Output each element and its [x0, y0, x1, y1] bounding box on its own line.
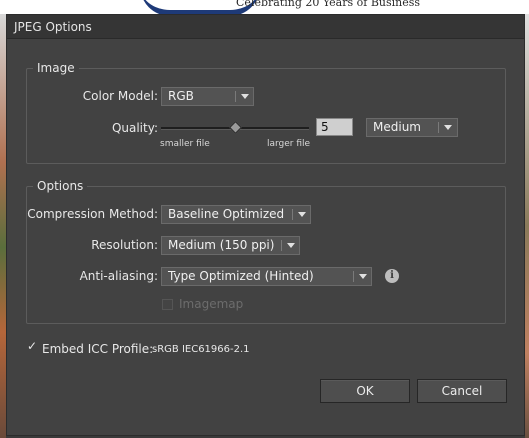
- ok-button[interactable]: OK: [320, 379, 410, 403]
- info-icon[interactable]: i: [385, 269, 399, 283]
- imagemap-label: Imagemap: [179, 297, 244, 311]
- dialog-title: JPEG Options: [14, 20, 92, 34]
- quality-value-input[interactable]: [316, 118, 353, 136]
- dropdown-separator: [438, 122, 439, 133]
- embed-icc-label: Embed ICC Profile:: [42, 342, 154, 356]
- background-header: Celebrating 20 Years of Business: [0, 0, 529, 14]
- image-group: Image Color Model: RGB Quality: smaller …: [26, 61, 506, 164]
- cancel-button[interactable]: Cancel: [417, 379, 507, 403]
- resolution-dropdown[interactable]: Medium (150 ppi): [161, 236, 300, 255]
- quality-preset-value: Medium: [373, 120, 421, 134]
- color-model-dropdown[interactable]: RGB: [161, 87, 254, 106]
- anti-aliasing-label: Anti-aliasing:: [79, 269, 158, 283]
- color-model-value: RGB: [168, 89, 194, 103]
- quality-label: Quality:: [111, 121, 158, 135]
- larger-file-label: larger file: [267, 139, 311, 149]
- color-model-label: Color Model:: [82, 89, 158, 103]
- chevron-down-icon: [287, 243, 295, 248]
- chevron-down-icon: [298, 212, 306, 217]
- icc-profile-name: sRGB IEC61966-2.1: [152, 344, 250, 355]
- image-group-legend: Image: [33, 61, 79, 75]
- smaller-file-label: smaller file: [160, 139, 210, 149]
- jpeg-options-dialog: JPEG Options Image Color Model: RGB Qual…: [6, 14, 525, 436]
- chevron-down-icon: [241, 94, 249, 99]
- dropdown-separator: [353, 271, 354, 282]
- options-group-legend: Options: [33, 179, 88, 193]
- chevron-down-icon: [444, 125, 452, 130]
- resolution-label: Resolution:: [91, 238, 158, 252]
- dropdown-separator: [281, 240, 282, 251]
- checkmark-icon: ✓: [27, 339, 38, 353]
- quality-slider-thumb[interactable]: [229, 121, 242, 134]
- quality-preset-dropdown[interactable]: Medium: [366, 118, 458, 137]
- anti-aliasing-dropdown[interactable]: Type Optimized (Hinted): [161, 267, 372, 286]
- resolution-value: Medium (150 ppi): [168, 238, 275, 252]
- imagemap-checkbox[interactable]: [162, 299, 173, 310]
- dropdown-separator: [235, 91, 236, 102]
- background-photo-right: [525, 14, 529, 438]
- dialog-titlebar[interactable]: JPEG Options: [7, 15, 524, 39]
- chevron-down-icon: [359, 274, 367, 279]
- compression-method-dropdown[interactable]: Baseline Optimized: [161, 205, 311, 224]
- anti-aliasing-value: Type Optimized (Hinted): [168, 269, 314, 283]
- embed-icc-checkbox[interactable]: ✓: [27, 339, 38, 354]
- options-group: Options Compression Method: Baseline Opt…: [26, 179, 506, 324]
- compression-method-value: Baseline Optimized: [168, 207, 285, 221]
- compression-method-label: Compression Method:: [27, 207, 158, 221]
- background-tagline: Celebrating 20 Years of Business: [236, 0, 421, 9]
- dropdown-separator: [292, 209, 293, 220]
